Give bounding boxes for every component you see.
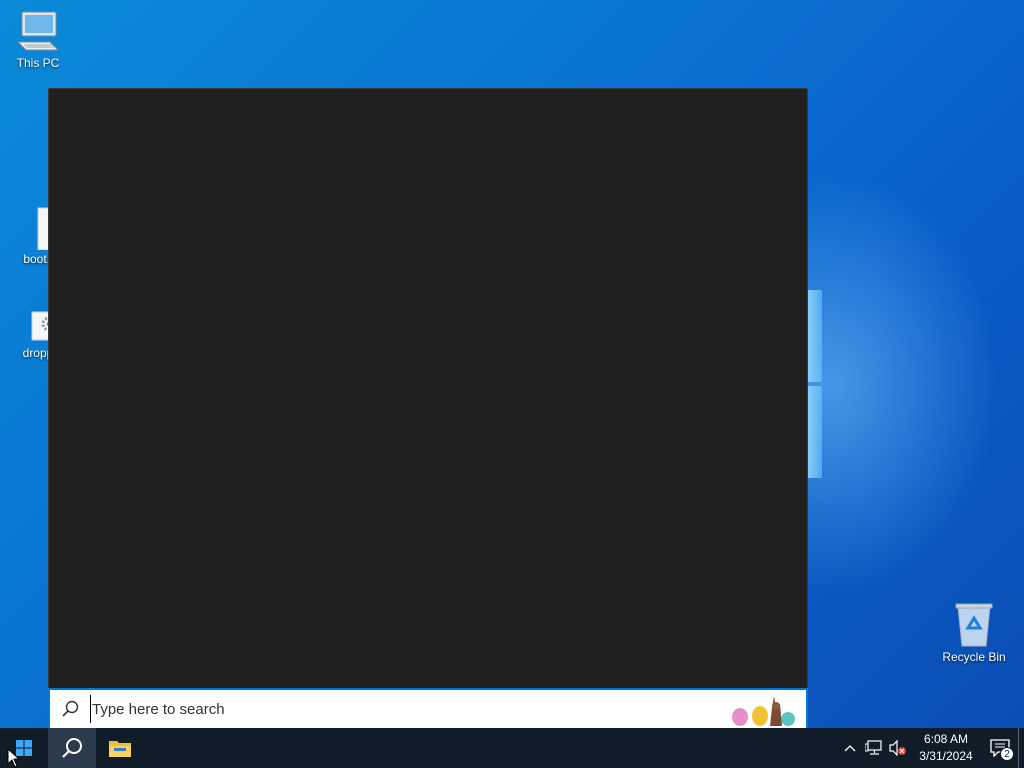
mouse-cursor-icon: [7, 748, 21, 768]
file-explorer-button[interactable]: [96, 728, 144, 768]
taskbar-search-button[interactable]: [48, 728, 96, 768]
volume-muted-icon: [889, 740, 906, 756]
show-hidden-icons-button[interactable]: [838, 728, 862, 768]
action-center-button[interactable]: 2: [982, 728, 1018, 768]
chevron-up-icon: [844, 745, 856, 752]
file-explorer-icon: [109, 741, 131, 757]
notification-count-badge: 2: [1000, 747, 1014, 761]
recycle-bin-icon: [955, 603, 993, 647]
search-results-panel: [48, 88, 808, 688]
volume-button[interactable]: [886, 728, 910, 768]
show-desktop-button[interactable]: [1018, 728, 1024, 768]
search-icon: [62, 738, 82, 758]
wallpaper-logo-pane-top: [808, 290, 822, 382]
network-button[interactable]: [862, 728, 886, 768]
search-bar[interactable]: [48, 688, 808, 728]
computer-icon: [16, 11, 60, 51]
wallpaper-logo-pane-bottom: [808, 386, 822, 478]
desktop-icon-recycle-bin[interactable]: Recycle Bin: [936, 602, 1012, 664]
desktop-icon-label: Recycle Bin: [942, 650, 1006, 664]
taskbar: 6:08 AM 3/31/2024 2: [0, 728, 1024, 768]
clock-date: 3/31/2024: [919, 749, 973, 763]
network-icon: [865, 740, 882, 755]
desktop-icon-this-pc[interactable]: This PC: [0, 10, 76, 70]
clock-time: 6:08 AM: [923, 732, 969, 746]
desktop-icon-label: This PC: [16, 56, 60, 70]
search-icon: [50, 700, 90, 718]
clock[interactable]: 6:08 AM 3/31/2024: [910, 731, 982, 765]
search-input[interactable]: [90, 695, 690, 723]
system-tray: 6:08 AM 3/31/2024 2: [838, 728, 1024, 768]
